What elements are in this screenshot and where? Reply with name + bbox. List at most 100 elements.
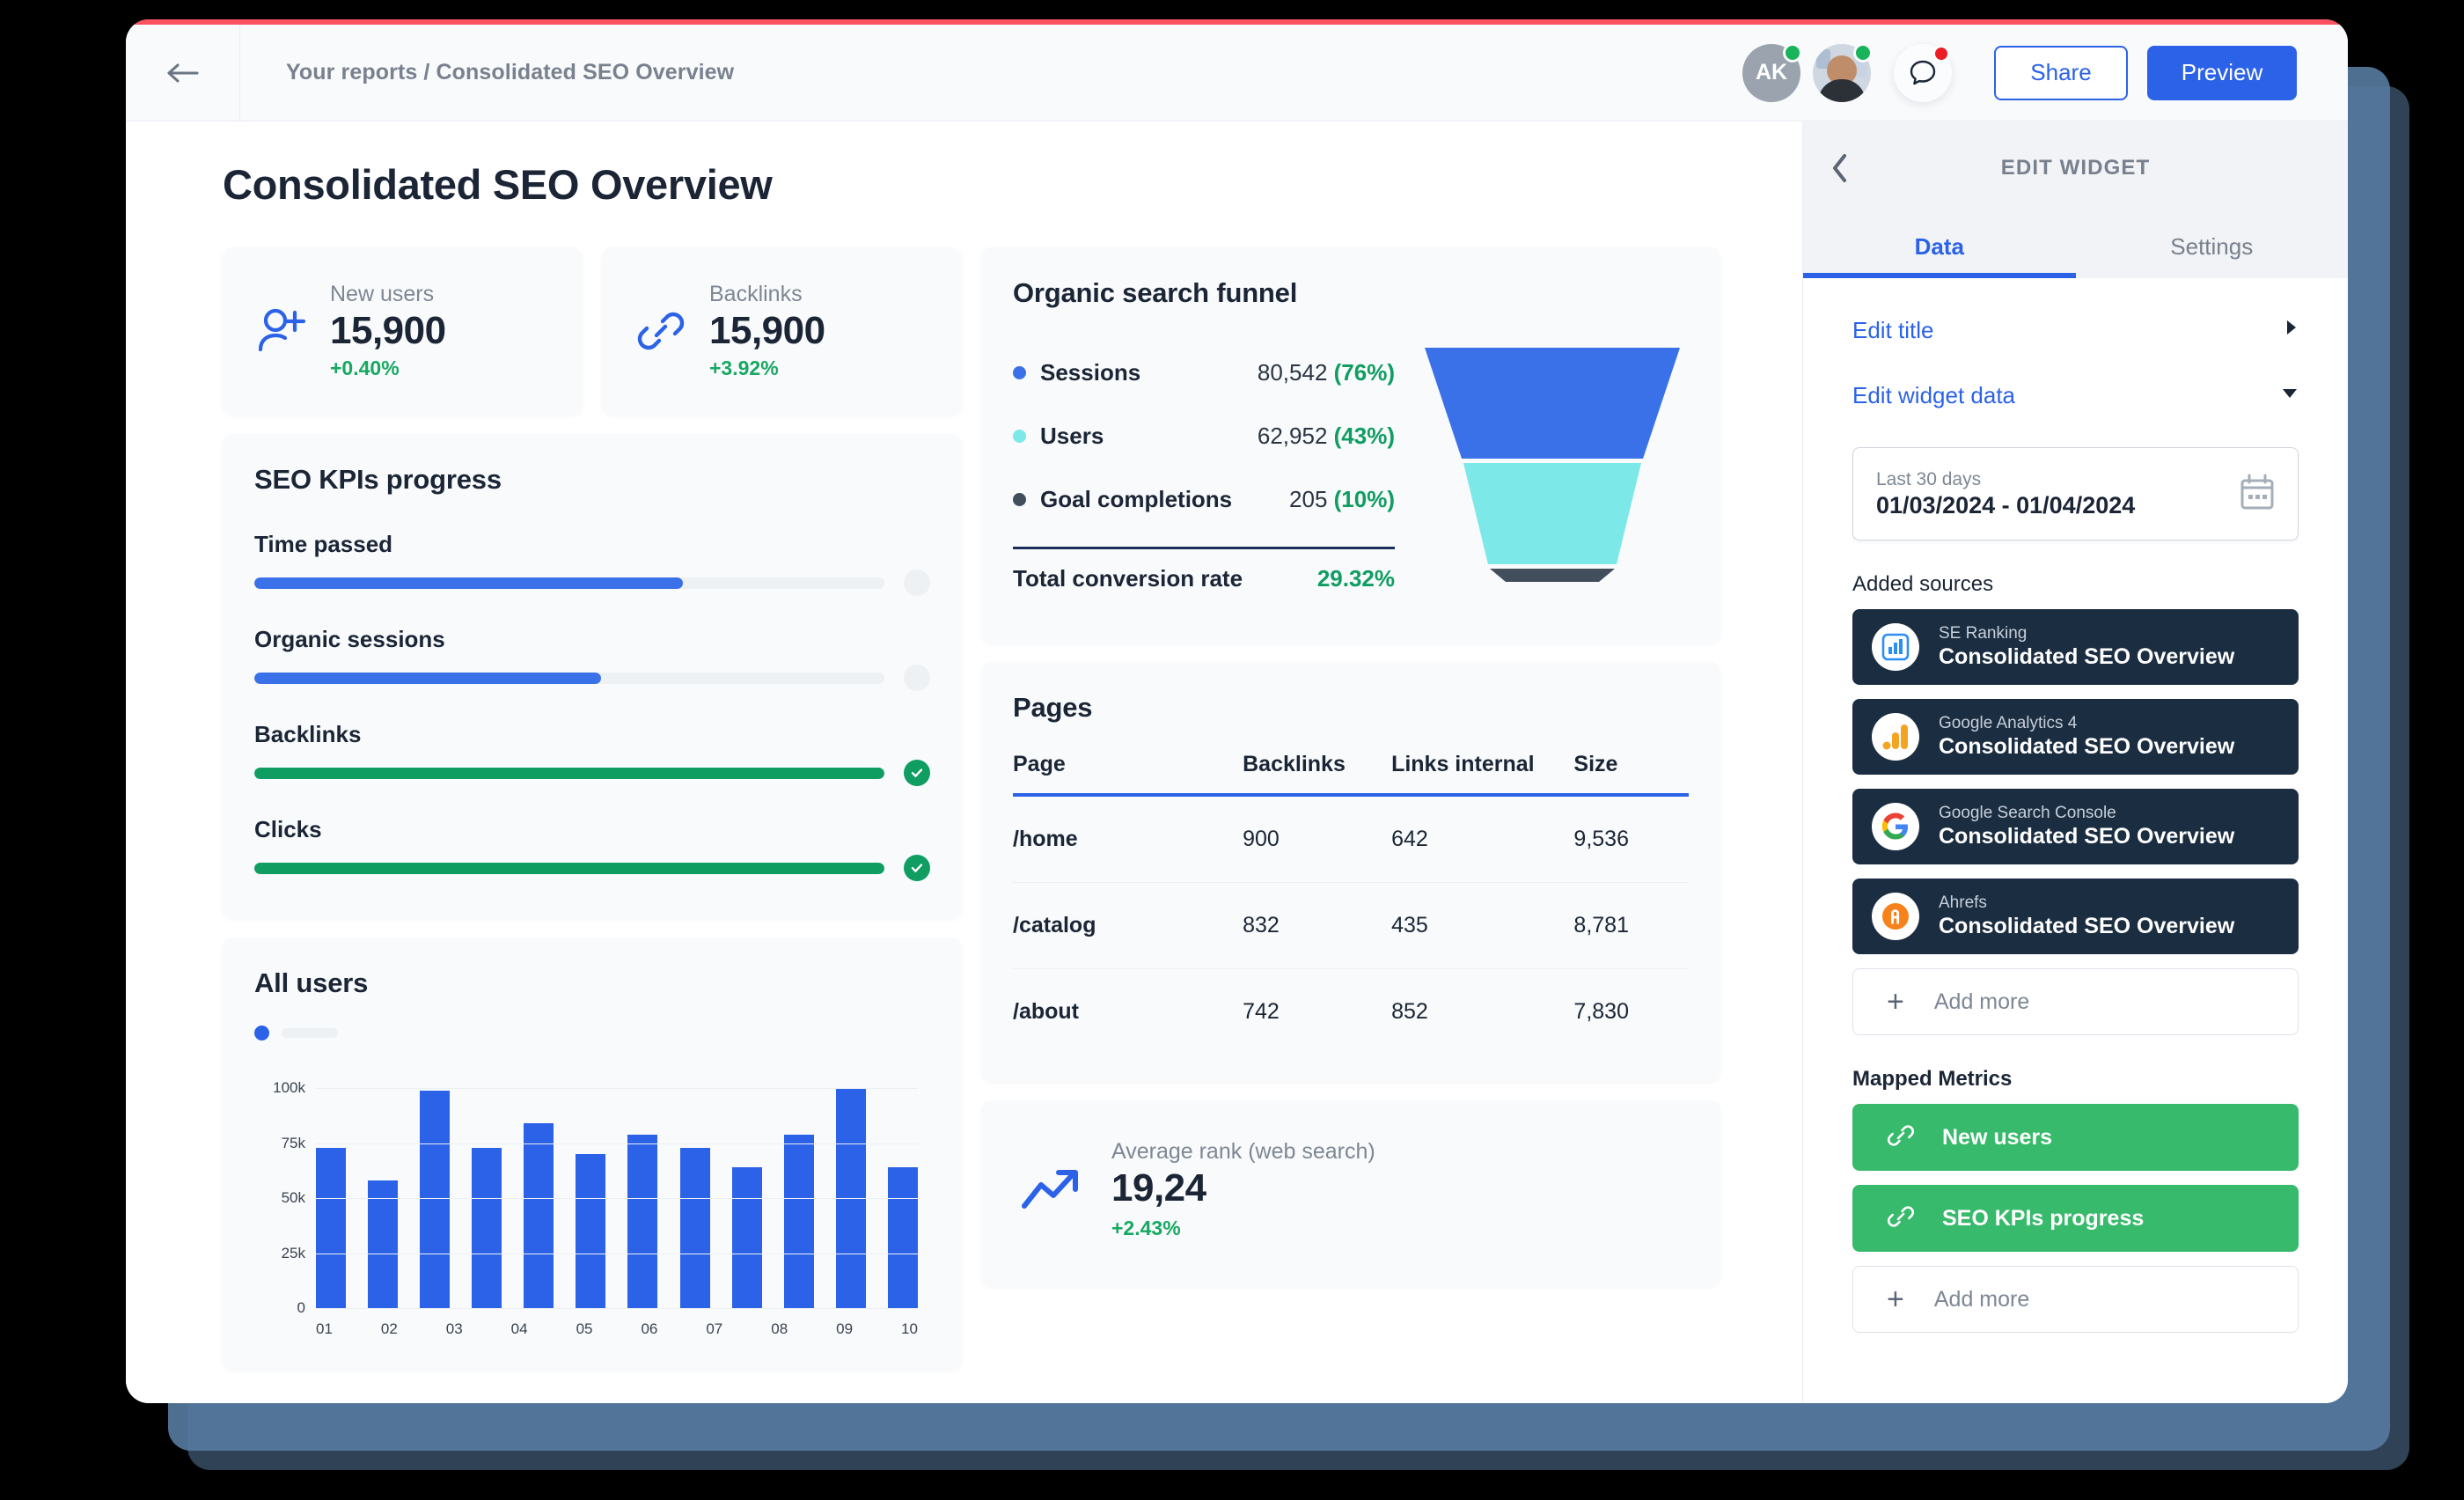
organic-search-funnel-widget[interactable]: Organic search funnel Sessions80,542 (76… [981, 247, 1720, 643]
plus-icon: + [1887, 1284, 1904, 1314]
widget-title: SEO KPIs progress [254, 464, 930, 496]
link-icon [1886, 1202, 1916, 1236]
mapped-metric-chip[interactable]: New users [1852, 1104, 2299, 1171]
cell-links-internal: 642 [1391, 795, 1573, 883]
chart-legend [254, 1026, 930, 1040]
progress-row-bar [254, 760, 930, 786]
chart-bar[interactable] [524, 1123, 554, 1308]
funnel-legend-row: Goal completions205 (10%) [1013, 467, 1395, 531]
source-provider: Ahrefs [1939, 893, 2234, 914]
edit-widget-data-label: Edit widget data [1852, 382, 2015, 409]
breadcrumb[interactable]: Your reports / Consolidated SEO Overview [286, 60, 734, 85]
chart-bar[interactable] [420, 1091, 450, 1309]
progress-track [254, 673, 884, 684]
x-axis-labels: 01020304050607080910 [316, 1320, 918, 1338]
progress-track [254, 577, 884, 589]
x-axis-tick-label: 10 [901, 1320, 918, 1338]
chart-bar[interactable] [472, 1148, 502, 1309]
x-axis-tick-label: 02 [381, 1320, 398, 1338]
column-header-links-internal[interactable]: Links internal [1391, 752, 1573, 795]
left-column: New users 15,900 +0.40% [223, 247, 962, 1370]
chart-bar[interactable] [316, 1148, 346, 1309]
table-header-row: Page Backlinks Links internal Size [1013, 752, 1689, 795]
date-range-picker[interactable]: Last 30 days 01/03/2024 - 01/04/2024 [1852, 447, 2299, 540]
column-header-page[interactable]: Page [1013, 752, 1243, 795]
share-button[interactable]: Share [1994, 46, 2128, 100]
google-analytics-logo [1872, 713, 1919, 761]
cell-backlinks: 900 [1243, 795, 1391, 883]
cell-links-internal: 435 [1391, 883, 1573, 969]
x-axis-tick-label: 07 [706, 1320, 722, 1338]
cell-page: /about [1013, 969, 1243, 1055]
widget-title: Pages [1013, 692, 1689, 724]
avatar-photo-wrap[interactable] [1813, 44, 1871, 102]
rank-value: 19,24 [1111, 1166, 1375, 1210]
date-range-texts: Last 30 days 01/03/2024 - 01/04/2024 [1876, 469, 2135, 519]
table-row[interactable]: /catalog8324358,781 [1013, 883, 1689, 969]
top-accent-bar [126, 19, 2348, 25]
mapped-metric-label: New users [1942, 1125, 2052, 1151]
panel-title: EDIT WIDGET [1803, 156, 2348, 180]
google-logo [1872, 803, 1919, 850]
app-header: Your reports / Consolidated SEO Overview… [126, 25, 2348, 121]
pages-table: Page Backlinks Links internal Size /home… [1013, 752, 1689, 1055]
average-rank-widget[interactable]: Average rank (web search) 19,24 +2.43% [981, 1100, 1720, 1286]
tab-settings[interactable]: Settings [2076, 215, 2349, 278]
y-axis-tick-label: 25k [254, 1245, 305, 1262]
chart-bar[interactable] [888, 1167, 918, 1308]
kpi-label: Backlinks [709, 282, 825, 307]
tab-data[interactable]: Data [1803, 215, 2076, 278]
add-more-sources-label: Add more [1934, 989, 2029, 1015]
gridline [316, 1143, 918, 1144]
edit-title-row[interactable]: Edit title [1852, 298, 2299, 363]
header-actions: AK Share Preview [1742, 44, 2348, 102]
pages-widget[interactable]: Pages Page Backlinks Links internal Size… [981, 662, 1720, 1081]
kpi-texts: Backlinks 15,900 +3.92% [709, 282, 825, 379]
panel-tabs: Data Settings [1803, 215, 2348, 278]
user-plus-icon [253, 302, 311, 360]
chart-bar[interactable] [732, 1167, 762, 1308]
caret-down-icon [2281, 386, 2299, 406]
column-header-backlinks[interactable]: Backlinks [1243, 752, 1391, 795]
chart-bar[interactable] [576, 1154, 605, 1308]
funnel-shape-icon [1416, 346, 1689, 584]
source-provider: SE Ranking [1939, 623, 2234, 644]
funnel-row-value: 205 (10%) [1289, 486, 1395, 513]
caret-right-icon [2284, 319, 2299, 342]
table-row[interactable]: /about7428527,830 [1013, 969, 1689, 1055]
chart-bar[interactable] [627, 1135, 657, 1309]
chart-bar[interactable] [784, 1135, 814, 1309]
x-axis-tick-label: 03 [446, 1320, 463, 1338]
column-header-size[interactable]: Size [1573, 752, 1689, 795]
funnel-segment-users [1463, 463, 1641, 564]
source-report-name: Consolidated SEO Overview [1939, 733, 2234, 761]
chart-bar[interactable] [368, 1180, 398, 1308]
add-more-sources-button[interactable]: + Add more [1852, 968, 2299, 1035]
preview-button[interactable]: Preview [2147, 46, 2297, 100]
progress-row-bar [254, 570, 930, 596]
table-row[interactable]: /home9006429,536 [1013, 795, 1689, 883]
progress-list: Time passedOrganic sessionsBacklinksClic… [254, 531, 930, 881]
chat-button[interactable] [1894, 44, 1952, 102]
add-more-metrics-button[interactable]: + Add more [1852, 1266, 2299, 1333]
seo-kpis-progress-widget[interactable]: SEO KPIs progress Time passedOrganic ses… [223, 434, 962, 918]
avatar-initials-wrap[interactable]: AK [1742, 44, 1800, 102]
rank-label: Average rank (web search) [1111, 1139, 1375, 1165]
rank-texts: Average rank (web search) 19,24 +2.43% [1111, 1139, 1375, 1240]
source-card[interactable]: SE RankingConsolidated SEO Overview [1852, 609, 2299, 685]
funnel-legend: Sessions80,542 (76%)Users62,952 (43%)Goa… [1013, 341, 1416, 607]
chart-bar[interactable] [680, 1148, 710, 1309]
source-card[interactable]: Google Search ConsoleConsolidated SEO Ov… [1852, 789, 2299, 864]
source-card[interactable]: Google Analytics 4Consolidated SEO Overv… [1852, 699, 2299, 775]
kpi-card-backlinks[interactable]: Backlinks 15,900 +3.92% [602, 247, 962, 415]
progress-track [254, 768, 884, 779]
back-button[interactable] [126, 25, 240, 121]
funnel-color-dot [1013, 430, 1026, 443]
source-card[interactable]: AhrefsConsolidated SEO Overview [1852, 879, 2299, 954]
mapped-metric-chip[interactable]: SEO KPIs progress [1852, 1185, 2299, 1252]
kpi-card-new-users[interactable]: New users 15,900 +0.40% [223, 247, 583, 415]
funnel-segment-goals [1490, 569, 1615, 582]
edit-widget-data-row[interactable]: Edit widget data [1852, 363, 2299, 428]
all-users-chart-widget[interactable]: All users 100k75k50k25k0 010203040506070… [223, 938, 962, 1370]
chat-unread-badge [1932, 45, 1950, 62]
